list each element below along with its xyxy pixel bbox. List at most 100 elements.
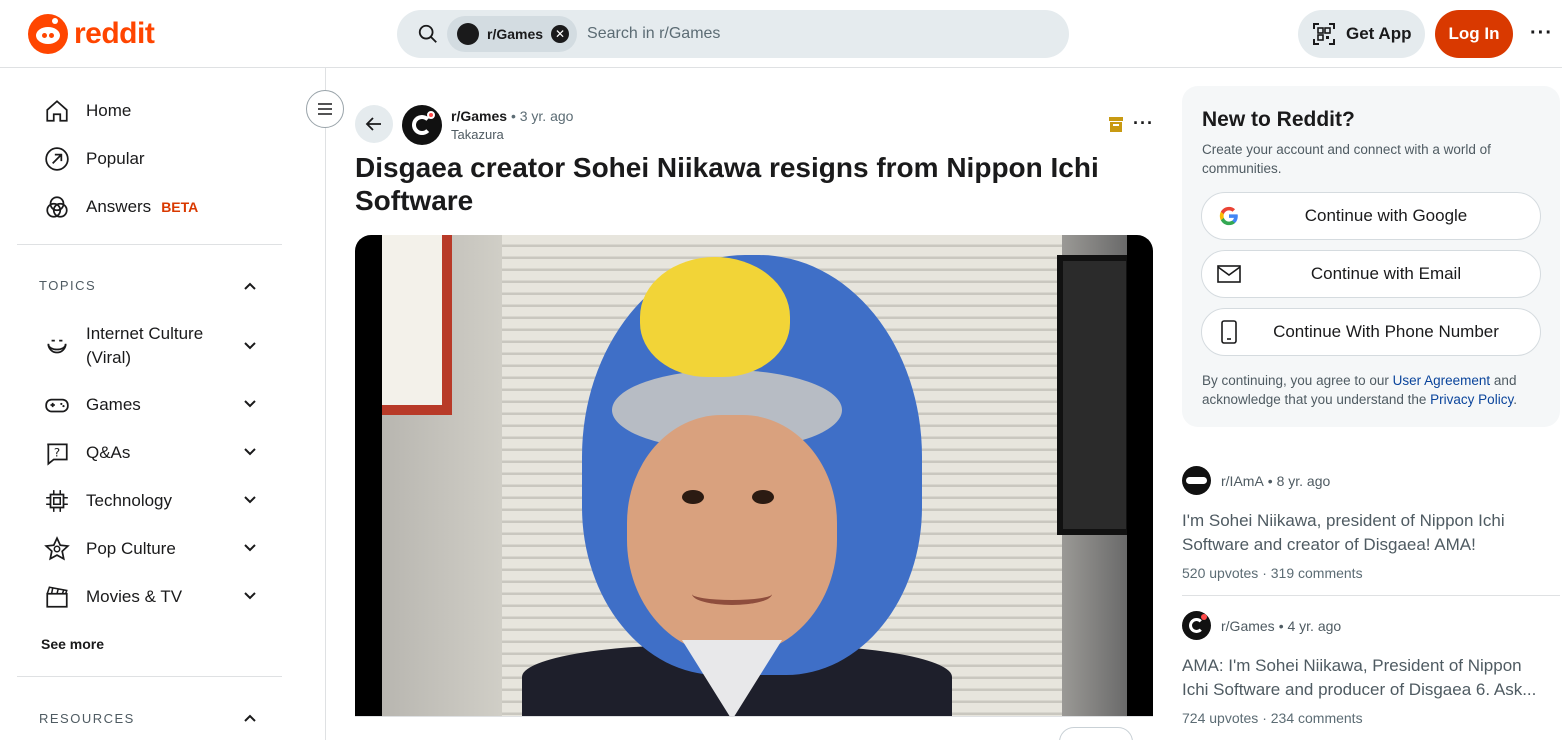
chevron-down-icon[interactable] (242, 492, 258, 508)
signup-card: New to Reddit? Create your account and c… (1182, 86, 1560, 427)
top-header: reddit r/Games ✕ Get App Log In ··· (0, 0, 1562, 68)
upvote-count: 724 upvotes (1182, 710, 1259, 726)
email-label: Continue with Email (1310, 264, 1462, 283)
nav-popular[interactable]: Popular (44, 146, 145, 172)
continue-email-button[interactable]: Continue with Email (1201, 250, 1541, 298)
share-button[interactable] (1059, 727, 1133, 740)
phone-icon (1216, 319, 1242, 345)
post-meta: r/Games • 3 yr. ago Takazura (451, 108, 573, 142)
topic-technology[interactable]: Technology (44, 488, 274, 514)
topic-label: Technology (86, 491, 173, 510)
nav-home[interactable]: Home (44, 98, 131, 124)
continue-google-button[interactable]: Continue with Google (1201, 192, 1541, 240)
divider (355, 716, 1153, 717)
subreddit-filter-chip[interactable]: r/Games ✕ (447, 16, 578, 52)
remove-filter-icon[interactable]: ✕ (551, 25, 570, 43)
nav-home-label: Home (86, 101, 132, 120)
reddit-logo[interactable]: reddit (28, 14, 155, 54)
topic-label: Pop Culture (86, 539, 176, 558)
post-image[interactable] (355, 235, 1153, 717)
topic-games[interactable]: Games (44, 392, 274, 418)
related-stats: 520 upvotes · 319 comments (1182, 565, 1542, 581)
iama-avatar[interactable] (1182, 466, 1211, 495)
google-icon (1216, 203, 1242, 229)
snoo-icon (28, 14, 68, 54)
topic-movies-tv[interactable]: Movies & TV (44, 584, 274, 610)
search-icon (418, 24, 437, 43)
post-author[interactable]: Takazura (451, 127, 573, 142)
post-options-icon[interactable]: ··· (1133, 113, 1154, 134)
comment-count: 234 comments (1270, 710, 1363, 726)
resources-header[interactable]: RESOURCES (39, 711, 135, 726)
post-title: Disgaea creator Sohei Niikawa resigns fr… (355, 152, 1099, 216)
phone-label: Continue With Phone Number (1273, 322, 1499, 341)
legal-text-part: By continuing, you agree to our (1202, 373, 1393, 388)
gamepad-icon (45, 398, 69, 413)
related-subreddit[interactable]: r/IAmA (1221, 473, 1264, 489)
legal-text-part: . (1513, 392, 1517, 407)
topics-header[interactable]: TOPICS (39, 278, 96, 293)
topic-qas[interactable]: ? Q&As (44, 440, 274, 466)
more-options-icon[interactable]: ··· (1530, 22, 1553, 45)
topic-label: Games (86, 395, 141, 414)
privacy-policy-link[interactable]: Privacy Policy (1430, 392, 1513, 407)
stats-separator: · (1262, 565, 1271, 581)
continue-phone-button[interactable]: Continue With Phone Number (1201, 308, 1541, 356)
chevron-up-icon[interactable] (242, 278, 258, 294)
chip-label: r/Games (487, 26, 544, 42)
related-post[interactable]: r/IAmA • 8 yr. ago I'm Sohei Niikawa, pr… (1182, 466, 1542, 581)
topic-label: Internet Culture (Viral) (86, 324, 204, 367)
back-button[interactable] (355, 105, 393, 143)
chevron-down-icon[interactable] (242, 396, 258, 412)
signup-title: New to Reddit? (1202, 108, 1355, 131)
envelope-icon (1216, 261, 1242, 287)
related-subreddit[interactable]: r/Games (1221, 618, 1275, 634)
menu-icon (318, 103, 332, 115)
chevron-down-icon[interactable] (242, 540, 258, 556)
related-time: • 4 yr. ago (1278, 617, 1342, 634)
chevron-down-icon[interactable] (242, 338, 258, 354)
related-post-header: r/IAmA • 8 yr. ago (1182, 466, 1542, 495)
chip-icon (46, 490, 68, 512)
google-label: Continue with Google (1304, 206, 1468, 225)
nav-answers-label: Answers (86, 197, 152, 216)
get-app-button[interactable]: Get App (1298, 10, 1425, 58)
topic-pop-culture[interactable]: Pop Culture (44, 536, 274, 562)
related-title[interactable]: I'm Sohei Niikawa, president of Nippon I… (1182, 509, 1542, 557)
post-time: • 3 yr. ago (510, 108, 574, 124)
topic-label: Q&As (86, 443, 131, 462)
nav-popular-label: Popular (86, 149, 145, 168)
games-subreddit-icon (457, 23, 479, 45)
post-subreddit[interactable]: r/Games (451, 108, 507, 124)
login-button[interactable]: Log In (1435, 10, 1513, 58)
topic-internet-culture[interactable]: Internet Culture (Viral) (44, 322, 274, 370)
clapper-icon (46, 586, 68, 608)
related-time: • 8 yr. ago (1267, 472, 1331, 489)
nav-answers[interactable]: Answers BETA (44, 194, 198, 220)
get-app-label: Get App (1346, 24, 1412, 43)
subreddit-avatar[interactable] (402, 105, 442, 145)
chevron-up-icon[interactable] (242, 710, 258, 726)
related-stats: 724 upvotes · 234 comments (1182, 710, 1542, 726)
see-more-link[interactable]: See more (41, 636, 104, 652)
search-input[interactable] (587, 25, 948, 43)
games-avatar[interactable] (1182, 611, 1211, 640)
related-post[interactable]: r/Games • 4 yr. ago AMA: I'm Sohei Niika… (1182, 611, 1542, 726)
home-icon (46, 100, 68, 122)
search-bar[interactable]: r/Games ✕ (397, 10, 1069, 58)
divider (1182, 595, 1560, 596)
signup-subtitle: Create your account and connect with a w… (1202, 142, 1491, 176)
beta-badge: BETA (161, 199, 199, 215)
upvote-count: 520 upvotes (1182, 565, 1259, 581)
question-icon: ? (47, 443, 68, 466)
stats-separator: · (1262, 710, 1271, 726)
archived-icon (1109, 117, 1123, 132)
divider (17, 676, 282, 677)
divider (17, 244, 282, 245)
user-agreement-link[interactable]: User Agreement (1393, 373, 1491, 388)
chevron-down-icon[interactable] (242, 588, 258, 604)
chevron-down-icon[interactable] (242, 444, 258, 460)
related-title[interactable]: AMA: I'm Sohei Niikawa, President of Nip… (1182, 654, 1542, 702)
collapse-sidebar-button[interactable] (306, 90, 344, 128)
topic-label: Movies & TV (86, 587, 183, 606)
